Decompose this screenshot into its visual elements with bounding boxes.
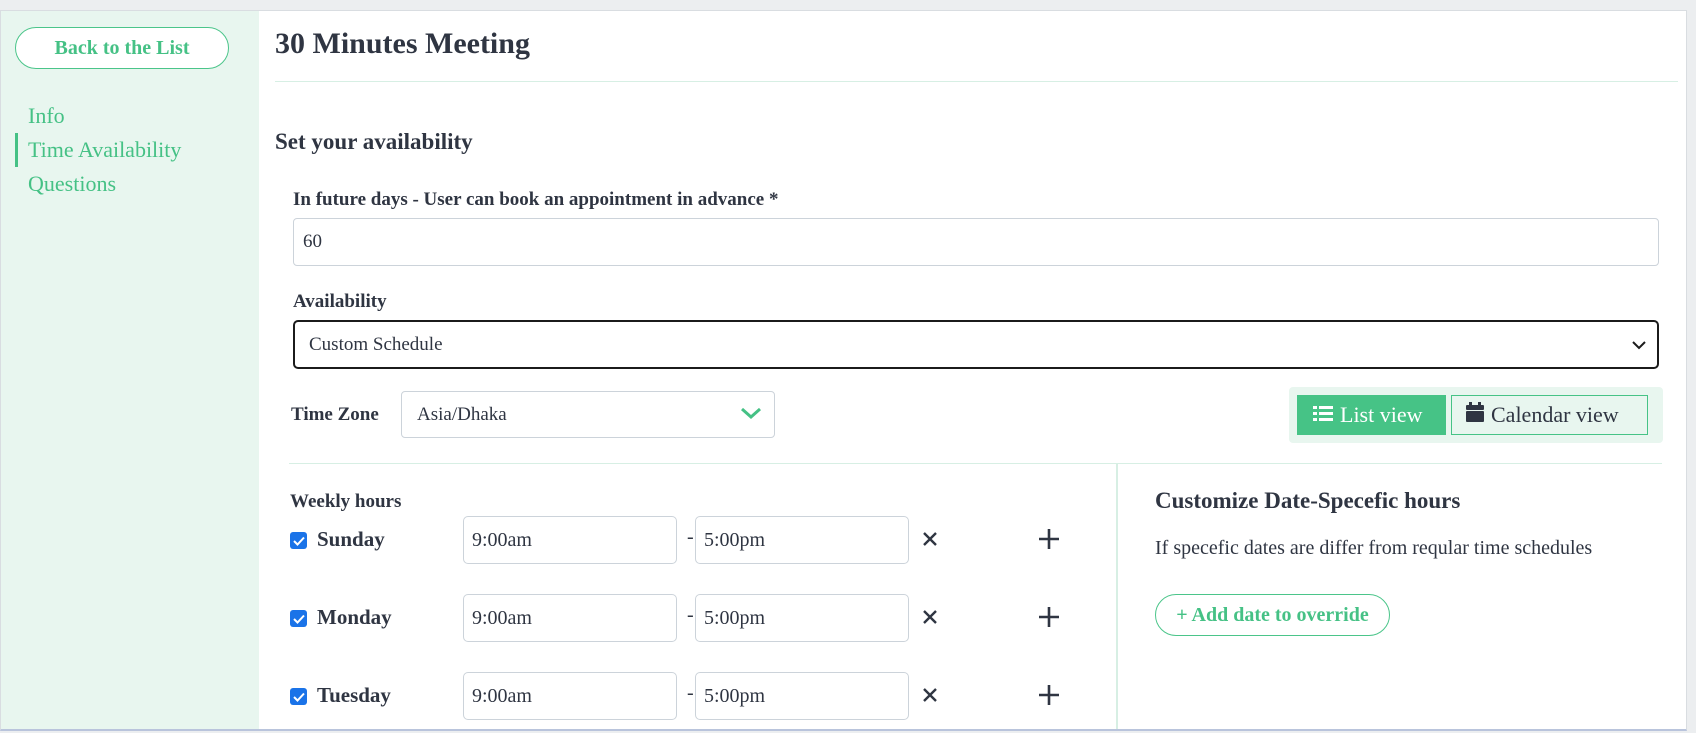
timezone-select[interactable]: Asia/Dhaka <box>401 391 775 438</box>
start-time-input[interactable]: 9:00am <box>463 594 677 642</box>
list-view-label: List view <box>1340 402 1423 427</box>
plus-icon[interactable] <box>1034 602 1064 632</box>
end-time-value: 5:00pm <box>704 528 766 551</box>
end-time-value: 5:00pm <box>704 606 766 629</box>
back-to-list-button[interactable]: Back to the List <box>15 27 229 69</box>
monday-checkbox[interactable] <box>290 610 307 627</box>
sidebar: Back to the List Info Time Availability … <box>1 11 259 729</box>
title-divider <box>275 81 1678 82</box>
sidebar-item-info[interactable]: Info <box>15 99 181 133</box>
close-icon[interactable] <box>915 602 945 632</box>
close-icon[interactable] <box>915 680 945 710</box>
future-days-label: In future days - User can book an appoin… <box>293 189 779 210</box>
end-time-input[interactable]: 5:00pm <box>695 672 909 720</box>
weekly-hours-title: Weekly hours <box>290 491 402 512</box>
day-label: Tuesday <box>317 683 391 707</box>
start-time-input[interactable]: 9:00am <box>463 516 677 564</box>
column-divider <box>1116 464 1118 729</box>
list-icon <box>1313 402 1333 428</box>
availability-select[interactable]: Custom Schedule <box>293 320 1659 369</box>
chevron-down-icon <box>740 404 762 426</box>
date-specific-title: Customize Date-Specefic hours <box>1155 488 1461 513</box>
list-view-button[interactable]: List view <box>1297 395 1446 435</box>
time-separator: - <box>687 604 694 626</box>
availability-value: Custom Schedule <box>309 333 443 355</box>
day-label: Sunday <box>317 527 385 551</box>
start-time-value: 9:00am <box>472 606 532 629</box>
chevron-down-icon <box>1631 334 1647 356</box>
sunday-checkbox[interactable] <box>290 532 307 549</box>
view-toggle-group: List view Calendar view <box>1289 387 1663 443</box>
sidebar-nav: Info Time Availability Questions <box>15 99 181 201</box>
availability-label: Availability <box>293 291 387 312</box>
future-days-value: 60 <box>303 231 322 252</box>
app-window: Back to the List Info Time Availability … <box>0 10 1687 731</box>
tuesday-checkbox[interactable] <box>290 688 307 705</box>
plus-icon[interactable] <box>1034 524 1064 554</box>
end-time-input[interactable]: 5:00pm <box>695 594 909 642</box>
timezone-value: Asia/Dhaka <box>417 403 507 425</box>
close-icon[interactable] <box>915 524 945 554</box>
calendar-view-button[interactable]: Calendar view <box>1451 395 1648 435</box>
time-separator: - <box>687 526 694 548</box>
day-label: Monday <box>317 605 392 629</box>
future-days-input[interactable]: 60 <box>293 218 1659 266</box>
time-separator: - <box>687 682 694 704</box>
timezone-label: Time Zone <box>291 404 379 425</box>
end-time-value: 5:00pm <box>704 684 766 707</box>
content-divider <box>289 463 1662 464</box>
sidebar-item-time-availability[interactable]: Time Availability <box>15 133 181 167</box>
calendar-icon <box>1466 402 1484 428</box>
add-date-override-button[interactable]: + Add date to override <box>1155 594 1390 636</box>
start-time-value: 9:00am <box>472 528 532 551</box>
start-time-value: 9:00am <box>472 684 532 707</box>
plus-icon[interactable] <box>1034 680 1064 710</box>
start-time-input[interactable]: 9:00am <box>463 672 677 720</box>
section-title: Set your availability <box>275 129 473 154</box>
sidebar-item-questions[interactable]: Questions <box>15 167 181 201</box>
date-specific-description: If specefic dates are differ from requla… <box>1155 537 1593 559</box>
calendar-view-label: Calendar view <box>1491 402 1619 427</box>
page-title: 30 Minutes Meeting <box>275 27 530 60</box>
end-time-input[interactable]: 5:00pm <box>695 516 909 564</box>
